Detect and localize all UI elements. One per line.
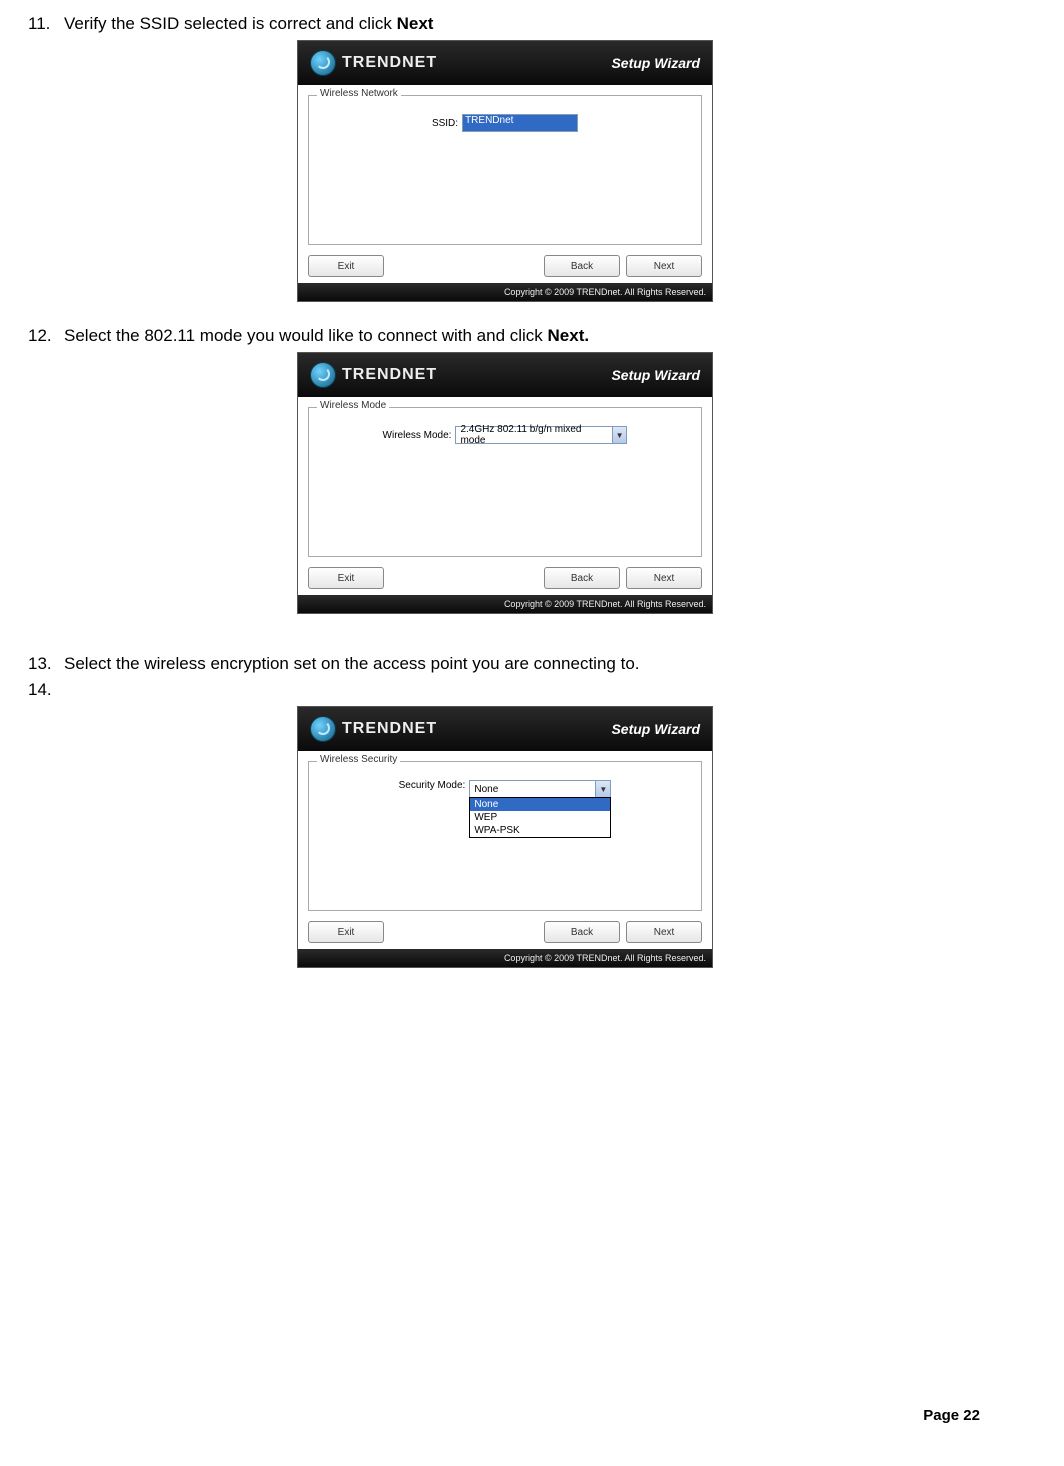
wizard-header: TRENDNET Setup Wizard (298, 353, 712, 397)
select-value: None (470, 784, 502, 795)
form-row-ssid: SSID: TRENDnet (319, 114, 691, 132)
fieldset-wireless-mode: Wireless Mode Wireless Mode: 2.4GHz 802.… (308, 407, 702, 557)
spacer (390, 921, 538, 943)
fieldset-legend: Wireless Security (317, 754, 400, 765)
wizard-button-row: Exit Back Next (308, 921, 702, 943)
wizard-title: Setup Wizard (611, 367, 700, 383)
next-button[interactable]: Next (626, 255, 702, 277)
dropdown-option-none[interactable]: None (470, 798, 610, 811)
next-button[interactable]: Next (626, 921, 702, 943)
step-text: Select the wireless encryption set on th… (64, 654, 980, 674)
wizard-body: Wireless Mode Wireless Mode: 2.4GHz 802.… (298, 397, 712, 595)
step-number: 11. (28, 14, 64, 34)
wizard-body: Wireless Network SSID: TRENDnet Exit Bac… (298, 85, 712, 283)
trendnet-logo-icon (310, 50, 336, 76)
security-label: Security Mode: (399, 780, 466, 791)
fieldset-wireless-security: Wireless Security Security Mode: None ▼ … (308, 761, 702, 911)
spacer (390, 567, 538, 589)
exit-button[interactable]: Exit (308, 567, 384, 589)
exit-button[interactable]: Exit (308, 255, 384, 277)
brand: TRENDNET (310, 716, 437, 742)
mode-label: Wireless Mode: (383, 430, 452, 441)
ssid-label: SSID: (432, 118, 458, 129)
step-text-plain: Verify the SSID selected is correct and … (64, 14, 397, 33)
step-number: 14. (28, 680, 64, 700)
brand-text: TRENDNET (342, 720, 437, 738)
back-button[interactable]: Back (544, 921, 620, 943)
select-value: 2.4GHz 802.11 b/g/n mixed mode (456, 424, 611, 446)
trendnet-logo-icon (310, 716, 336, 742)
wizard-button-row: Exit Back Next (308, 255, 702, 277)
wizard-body: Wireless Security Security Mode: None ▼ … (298, 751, 712, 949)
wizard-footer: Copyright © 2009 TRENDnet. All Rights Re… (298, 595, 712, 613)
form-row-mode: Wireless Mode: 2.4GHz 802.11 b/g/n mixed… (319, 426, 691, 444)
step-text-bold: Next. (548, 326, 590, 345)
wizard-screenshot-ssid: TRENDNET Setup Wizard Wireless Network S… (297, 40, 711, 302)
dropdown-option-wep[interactable]: WEP (470, 811, 610, 824)
back-button[interactable]: Back (544, 255, 620, 277)
chevron-down-icon: ▼ (612, 427, 627, 443)
step-text: Select the 802.11 mode you would like to… (64, 326, 980, 346)
wizard-window: TRENDNET Setup Wizard Wireless Network S… (297, 40, 713, 302)
spacer (390, 255, 538, 277)
wizard-header: TRENDNET Setup Wizard (298, 41, 712, 85)
back-button[interactable]: Back (544, 567, 620, 589)
ssid-input[interactable]: TRENDnet (462, 114, 578, 132)
step-13: 13. Select the wireless encryption set o… (28, 654, 980, 674)
security-mode-dropdown[interactable]: None WEP WPA-PSK (469, 797, 611, 838)
brand: TRENDNET (310, 362, 437, 388)
dropdown-option-wpapsk[interactable]: WPA-PSK (470, 824, 610, 837)
fieldset-wireless-network: Wireless Network SSID: TRENDnet (308, 95, 702, 245)
brand-text: TRENDNET (342, 54, 437, 72)
wizard-header: TRENDNET Setup Wizard (298, 707, 712, 751)
fieldset-legend: Wireless Network (317, 88, 401, 99)
next-button[interactable]: Next (626, 567, 702, 589)
wizard-screenshot-security: TRENDNET Setup Wizard Wireless Security … (297, 706, 711, 968)
step-text-plain: Select the 802.11 mode you would like to… (64, 326, 548, 345)
wizard-title: Setup Wizard (611, 721, 700, 737)
wizard-button-row: Exit Back Next (308, 567, 702, 589)
step-12: 12. Select the 802.11 mode you would lik… (28, 326, 980, 346)
exit-button[interactable]: Exit (308, 921, 384, 943)
fieldset-legend: Wireless Mode (317, 400, 389, 411)
step-number: 12. (28, 326, 64, 346)
step-text (64, 680, 980, 700)
form-row-security: Security Mode: None ▼ None WEP WPA-PSK (319, 780, 691, 798)
wizard-footer: Copyright © 2009 TRENDnet. All Rights Re… (298, 283, 712, 301)
step-text: Verify the SSID selected is correct and … (64, 14, 980, 34)
wizard-title: Setup Wizard (611, 55, 700, 71)
step-11: 11. Verify the SSID selected is correct … (28, 14, 980, 34)
trendnet-logo-icon (310, 362, 336, 388)
step-text-bold: Next (397, 14, 434, 33)
page-number: Page 22 (923, 1407, 980, 1424)
security-mode-select[interactable]: None ▼ None WEP WPA-PSK (469, 780, 611, 798)
brand: TRENDNET (310, 50, 437, 76)
wizard-screenshot-mode: TRENDNET Setup Wizard Wireless Mode Wire… (297, 352, 711, 614)
wizard-window: TRENDNET Setup Wizard Wireless Mode Wire… (297, 352, 713, 614)
step-text-plain: Select the wireless encryption set on th… (64, 654, 640, 673)
brand-text: TRENDNET (342, 366, 437, 384)
wireless-mode-select[interactable]: 2.4GHz 802.11 b/g/n mixed mode ▼ (455, 426, 627, 444)
wizard-window: TRENDNET Setup Wizard Wireless Security … (297, 706, 713, 968)
wizard-footer: Copyright © 2009 TRENDnet. All Rights Re… (298, 949, 712, 967)
chevron-down-icon: ▼ (595, 781, 610, 797)
step-number: 13. (28, 654, 64, 674)
step-14: 14. (28, 680, 980, 700)
